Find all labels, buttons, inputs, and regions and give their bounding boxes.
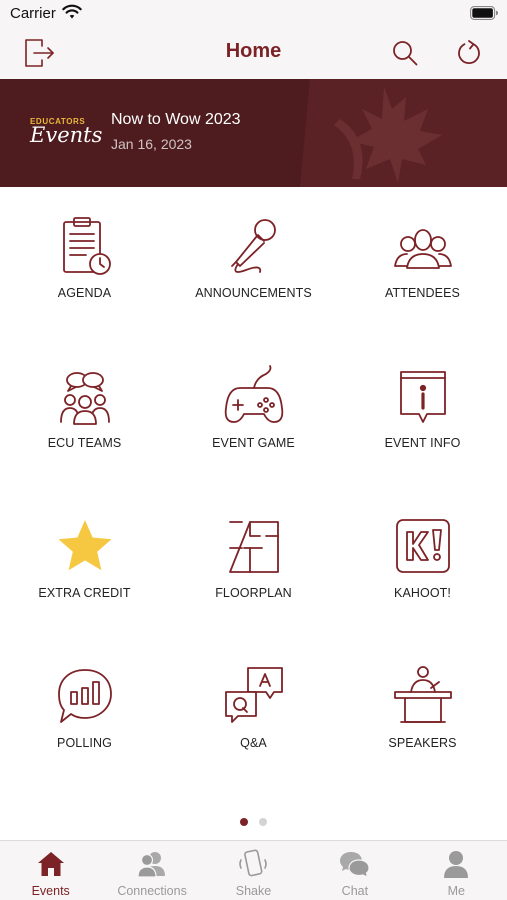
grid-item-floorplan[interactable]: FLOORPLAN xyxy=(169,514,338,624)
page-title: Home xyxy=(225,40,282,62)
event-title: Now to Wow 2023 xyxy=(111,111,241,128)
grid-item-agenda[interactable]: AGENDA xyxy=(0,214,169,324)
tab-connections[interactable]: Connections xyxy=(101,841,202,900)
connections-icon xyxy=(137,852,166,878)
grid-label: EXTRA CREDIT xyxy=(38,586,131,600)
gamepad-icon xyxy=(224,365,283,423)
grid-item-qa[interactable]: Q&A xyxy=(169,664,338,774)
star-icon xyxy=(58,520,111,571)
tab-shake[interactable]: Shake xyxy=(203,841,304,900)
page-dot-2[interactable] xyxy=(259,818,267,826)
info-sign-icon xyxy=(399,371,446,423)
grid-label: POLLING xyxy=(57,736,112,750)
tab-label: Shake xyxy=(235,884,272,898)
tab-label: Chat xyxy=(341,884,369,898)
grid-item-announcements[interactable]: ANNOUNCEMENTS xyxy=(169,214,338,324)
tab-label: Me xyxy=(447,884,465,898)
grid-label: ATTENDEES xyxy=(385,286,460,300)
poll-chart-bubble-icon xyxy=(57,669,112,723)
navigation-bar: Home xyxy=(0,28,507,79)
grid-label: Q&A xyxy=(240,736,267,750)
status-bar: Carrier xyxy=(0,0,507,28)
microphone-icon xyxy=(230,219,276,273)
tab-events[interactable]: Events xyxy=(0,841,101,900)
carrier-label: Carrier xyxy=(10,5,56,22)
speaker-podium-icon xyxy=(393,666,452,723)
tab-bar: Events Connections Shake Chat Me xyxy=(0,840,507,900)
grid-item-polling[interactable]: POLLING xyxy=(0,664,169,774)
grid-item-kahoot[interactable]: KAHOOT! xyxy=(338,514,507,624)
event-date: Jan 16, 2023 xyxy=(111,136,192,152)
educators-events-logo: EDUCATORS Events xyxy=(30,117,103,151)
refresh-button[interactable] xyxy=(452,36,486,70)
chat-bubbles-icon xyxy=(339,852,370,879)
shake-phone-icon xyxy=(239,849,268,877)
grid-label: FLOORPLAN xyxy=(215,586,292,600)
grid-item-event-game[interactable]: EVENT GAME xyxy=(169,364,338,474)
home-icon xyxy=(37,852,64,876)
tab-chat[interactable]: Chat xyxy=(304,841,405,900)
grid-label: ECU TEAMS xyxy=(47,436,122,450)
grid-label: ANNOUNCEMENTS xyxy=(195,286,312,300)
floorplan-icon xyxy=(228,521,279,573)
tab-label: Connections xyxy=(117,884,187,898)
grid-item-extra-credit[interactable]: EXTRA CREDIT xyxy=(0,514,169,624)
grid-label: EVENT INFO xyxy=(384,436,461,450)
grid-item-event-info[interactable]: EVENT INFO xyxy=(338,364,507,474)
page-indicator[interactable] xyxy=(0,818,507,826)
grid-label: KAHOOT! xyxy=(394,586,451,600)
teams-chat-icon xyxy=(59,372,110,425)
maple-leaf-decoration-icon xyxy=(300,79,507,187)
page-dot-1[interactable] xyxy=(240,818,248,826)
person-icon xyxy=(444,851,469,878)
tab-me[interactable]: Me xyxy=(406,841,507,900)
search-button[interactable] xyxy=(388,36,422,70)
grid-label: EVENT GAME xyxy=(212,436,295,450)
refresh-icon xyxy=(458,40,480,64)
battery-icon xyxy=(470,6,498,20)
kahoot-icon xyxy=(395,519,450,573)
grid-label: SPEAKERS xyxy=(388,736,457,750)
grid-item-attendees[interactable]: ATTENDEES xyxy=(338,214,507,324)
grid-item-speakers[interactable]: SPEAKERS xyxy=(338,664,507,774)
grid-item-ecu-teams[interactable]: ECU TEAMS xyxy=(0,364,169,474)
wifi-icon xyxy=(62,4,82,19)
people-group-icon xyxy=(393,229,452,269)
qa-bubbles-icon xyxy=(224,667,283,723)
tab-label: Events xyxy=(31,884,70,898)
logo-events-text: Events xyxy=(30,123,103,147)
event-banner[interactable]: EDUCATORS Events xyxy=(0,79,507,187)
search-icon xyxy=(393,41,418,66)
grid-label: AGENDA xyxy=(57,286,112,300)
agenda-clipboard-icon xyxy=(62,217,111,275)
